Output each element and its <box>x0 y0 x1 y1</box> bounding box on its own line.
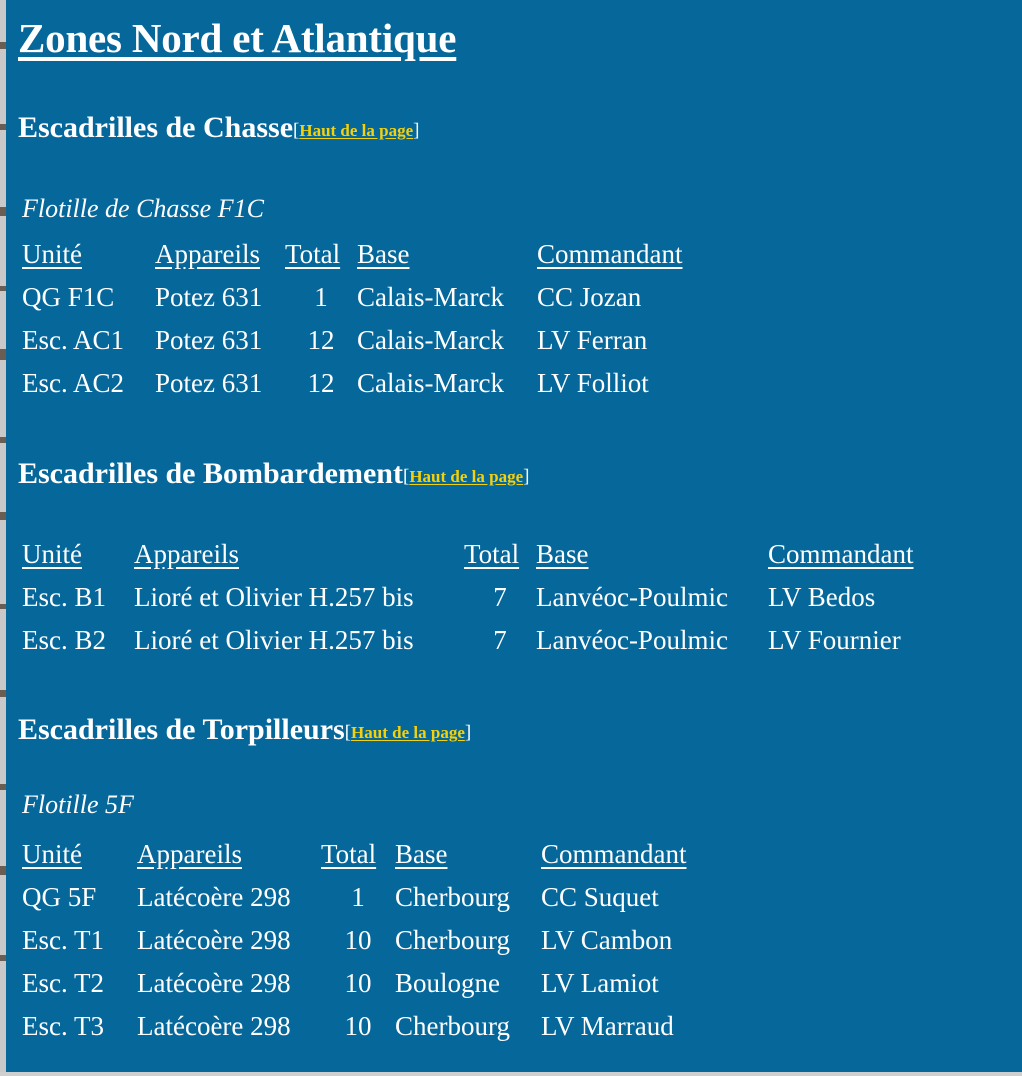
cell-unite: Esc. B2 <box>22 625 106 655</box>
table-escadrilles-chasse: Unité Appareils Total Base Commandant QG… <box>22 233 682 405</box>
table-escadrilles-torpilleurs: Unité Appareils Total Base Commandant QG… <box>22 833 686 1048</box>
cell-total: 7 <box>493 582 507 612</box>
cell-appareils: Lioré et Olivier H.257 bis <box>134 582 414 612</box>
cell-commandant: CC Jozan <box>537 282 642 312</box>
column-header-unite: Unité <box>22 239 82 269</box>
cell-total: 12 <box>307 368 335 398</box>
bracket-close-bombardement: ] <box>523 466 530 487</box>
section-heading-chasse: Escadrilles de Chasse[Haut de la page] <box>18 111 419 145</box>
column-header-appareils: Appareils <box>134 539 239 569</box>
cell-commandant: LV Folliot <box>537 368 649 398</box>
section-heading-bombardement: Escadrilles de Bombardement[Haut de la p… <box>18 457 529 491</box>
cell-commandant: LV Fournier <box>768 625 901 655</box>
column-header-appareils: Appareils <box>155 239 260 269</box>
cell-unite: Esc. B1 <box>22 582 106 612</box>
cell-commandant: LV Bedos <box>768 582 876 612</box>
cell-appareils: Latécoère 298 <box>137 968 291 998</box>
cell-total: 1 <box>314 282 328 312</box>
cell-base: Cherbourg <box>395 882 510 912</box>
table-escadrilles-bombardement: Unité Appareils Total Base Commandant Es… <box>22 533 913 662</box>
page-root: Zones Nord et Atlantique Escadrilles de … <box>0 0 1022 1076</box>
cell-unite: QG F1C <box>22 282 115 312</box>
cell-base: Calais-Marck <box>357 325 504 355</box>
section-title-bombardement: Escadrilles de Bombardement <box>18 457 403 490</box>
table-row: Esc. B1 Lioré et Olivier H.257 bis 7 Lan… <box>22 576 913 619</box>
cell-appareils: Potez 631 <box>155 368 263 398</box>
column-header-commandant: Commandant <box>537 239 683 269</box>
column-header-base: Base <box>395 839 448 869</box>
document-content: Zones Nord et Atlantique Escadrilles de … <box>0 0 1022 1076</box>
table-header-row: Unité Appareils Total Base Commandant <box>22 833 686 876</box>
top-of-page-link-chasse[interactable]: Haut de la page <box>299 121 413 140</box>
subheading-flotille-5f: Flotille 5F <box>22 790 134 819</box>
cell-appareils: Lioré et Olivier H.257 bis <box>134 625 414 655</box>
table-row: QG F1C Potez 631 1 Calais-Marck CC Jozan <box>22 276 682 319</box>
cell-unite: QG 5F <box>22 882 97 912</box>
page-title: Zones Nord et Atlantique <box>18 15 457 61</box>
subheading-flotille-f1c: Flotille de Chasse F1C <box>22 194 264 223</box>
cell-appareils: Latécoère 298 <box>137 882 291 912</box>
cell-commandant: LV Lamiot <box>541 968 659 998</box>
cell-base: Lanvéoc-Poulmic <box>536 625 728 655</box>
cell-total: 10 <box>344 1011 372 1041</box>
cell-commandant: CC Suquet <box>541 882 659 912</box>
cell-base: Cherbourg <box>395 925 510 955</box>
top-of-page-link-bombardement[interactable]: Haut de la page <box>409 467 523 486</box>
table-row: Esc. T3 Latécoère 298 10 Cherbourg LV Ma… <box>22 1005 686 1048</box>
cell-total: 12 <box>307 325 335 355</box>
cell-unite: Esc. AC2 <box>22 368 125 398</box>
column-header-unite: Unité <box>22 839 82 869</box>
column-header-base: Base <box>536 539 589 569</box>
cell-appareils: Latécoère 298 <box>137 1011 291 1041</box>
table-row: Esc. AC1 Potez 631 12 Calais-Marck LV Fe… <box>22 319 682 362</box>
table-header-row: Unité Appareils Total Base Commandant <box>22 533 913 576</box>
cell-appareils: Potez 631 <box>155 325 263 355</box>
column-header-unite: Unité <box>22 539 82 569</box>
column-header-total: Total <box>321 839 377 869</box>
table-row: Esc. B2 Lioré et Olivier H.257 bis 7 Lan… <box>22 619 913 662</box>
table-header-row: Unité Appareils Total Base Commandant <box>22 233 682 276</box>
section-heading-torpilleurs: Escadrilles de Torpilleurs[Haut de la pa… <box>18 713 471 747</box>
table-row: QG 5F Latécoère 298 1 Cherbourg CC Suque… <box>22 876 686 919</box>
left-margin-gutter <box>0 0 6 1076</box>
cell-total: 7 <box>493 625 507 655</box>
cell-unite: Esc. T2 <box>22 968 104 998</box>
cell-unite: Esc. AC1 <box>22 325 125 355</box>
top-of-page-link-torpilleurs[interactable]: Haut de la page <box>351 723 465 742</box>
column-header-commandant: Commandant <box>768 539 914 569</box>
cell-base: Lanvéoc-Poulmic <box>536 582 728 612</box>
table-row: Esc. T2 Latécoère 298 10 Boulogne LV Lam… <box>22 962 686 1005</box>
table-row: Esc. T1 Latécoère 298 10 Cherbourg LV Ca… <box>22 919 686 962</box>
column-header-appareils: Appareils <box>137 839 242 869</box>
cell-base: Boulogne <box>395 968 500 998</box>
bracket-close-chasse: ] <box>413 120 420 141</box>
cell-commandant: LV Cambon <box>541 925 673 955</box>
cell-total: 1 <box>351 882 365 912</box>
column-header-total: Total <box>464 539 520 569</box>
cell-commandant: LV Ferran <box>537 325 648 355</box>
section-title-torpilleurs: Escadrilles de Torpilleurs <box>18 713 345 746</box>
section-title-chasse: Escadrilles de Chasse <box>18 111 294 144</box>
column-header-commandant: Commandant <box>541 839 687 869</box>
cell-total: 10 <box>344 968 372 998</box>
cell-appareils: Latécoère 298 <box>137 925 291 955</box>
cell-unite: Esc. T1 <box>22 925 104 955</box>
column-header-total: Total <box>285 239 341 269</box>
cell-base: Calais-Marck <box>357 368 504 398</box>
cell-base: Calais-Marck <box>357 282 504 312</box>
table-row: Esc. AC2 Potez 631 12 Calais-Marck LV Fo… <box>22 362 682 405</box>
cell-unite: Esc. T3 <box>22 1011 104 1041</box>
cell-total: 10 <box>344 925 372 955</box>
bracket-close-torpilleurs: ] <box>464 722 472 743</box>
cell-appareils: Potez 631 <box>155 282 263 312</box>
column-header-base: Base <box>357 239 410 269</box>
cell-commandant: LV Marraud <box>541 1011 674 1041</box>
cell-base: Cherbourg <box>395 1011 510 1041</box>
bottom-margin-gutter <box>0 1072 1022 1076</box>
